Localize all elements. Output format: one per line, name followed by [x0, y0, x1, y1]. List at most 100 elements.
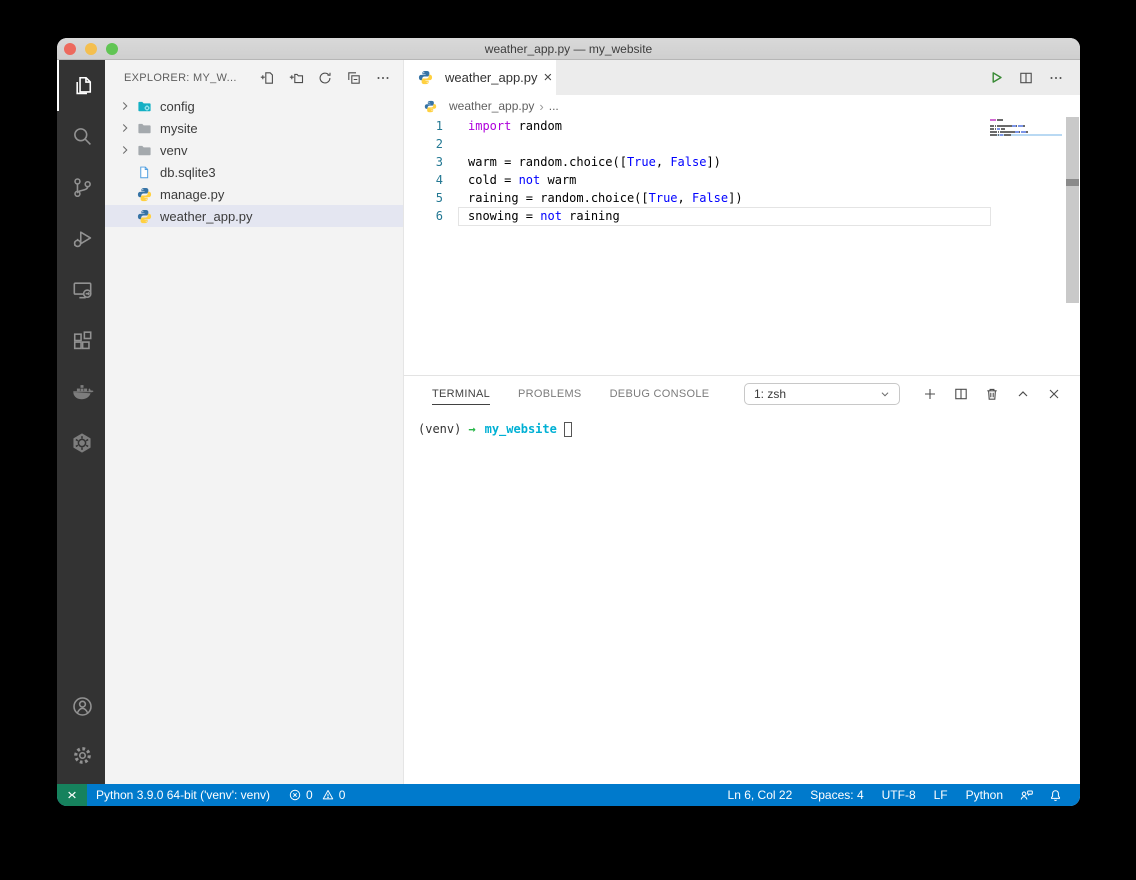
feedback-icon — [1019, 788, 1034, 803]
python-file-icon — [137, 187, 154, 202]
split-editor-button[interactable] — [1018, 70, 1034, 86]
minimap-line — [990, 122, 1062, 124]
scrollbar-thumb[interactable] — [1066, 179, 1079, 186]
editor-scrollbar[interactable] — [1066, 117, 1079, 303]
line-number: 4 — [404, 171, 443, 189]
activity-bar — [57, 60, 105, 784]
code-text: snowing = not raining — [443, 207, 620, 225]
sidebar-item-remote-explorer[interactable] — [57, 264, 105, 315]
status-bar: Python 3.9.0 64-bit ('venv': venv) 0 0 L… — [57, 784, 1080, 806]
file-tree: config mysite venv db.sqlite3manage.pyweath… — [105, 95, 403, 784]
code-line-1[interactable]: 1import random — [404, 117, 1080, 135]
explorer-sidebar: EXPLORER: MY_W... config mysite venv db.sql… — [105, 60, 404, 784]
terminal-cwd: my_website — [485, 422, 557, 436]
line-col-indicator[interactable]: Ln 6, Col 22 — [719, 784, 802, 806]
tree-item-venv[interactable]: venv — [105, 139, 403, 161]
new-folder-button[interactable] — [288, 70, 304, 86]
minimap-line — [990, 134, 1062, 136]
tree-item-db-sqlite3[interactable]: db.sqlite3 — [105, 161, 403, 183]
tab-weather-app-py[interactable]: weather_app.py × — [404, 60, 556, 95]
maximize-panel-button[interactable] — [1015, 386, 1031, 402]
tree-item-mysite[interactable]: mysite — [105, 117, 403, 139]
code-text: import random — [443, 117, 562, 135]
split-terminal-button[interactable] — [953, 386, 969, 402]
line-number: 5 — [404, 189, 443, 207]
panel-tab-terminal[interactable]: TERMINAL — [432, 383, 490, 405]
close-panel-button[interactable] — [1046, 386, 1062, 402]
account-icon — [71, 695, 94, 718]
search-icon — [71, 125, 94, 148]
panel-tab-debug-console[interactable]: DEBUG CONSOLE — [610, 383, 710, 405]
code-line-4[interactable]: 4cold = not warm — [404, 171, 1080, 189]
code-line-6[interactable]: 6snowing = not raining — [404, 207, 1080, 225]
panel-tab-problems[interactable]: PROBLEMS — [518, 383, 582, 405]
sidebar-item-kubernetes[interactable] — [57, 417, 105, 468]
accounts-button[interactable] — [57, 682, 105, 731]
notifications-button[interactable] — [1041, 784, 1070, 806]
close-tab-icon[interactable]: × — [544, 70, 553, 85]
code-line-5[interactable]: 5raining = random.choice([True, False]) — [404, 189, 1080, 207]
code-line-2[interactable]: 2 — [404, 135, 1080, 153]
new-terminal-button[interactable] — [922, 386, 938, 402]
minimize-window-button[interactable] — [85, 43, 97, 55]
problems-status[interactable]: 0 0 — [279, 784, 354, 806]
settings-button[interactable] — [57, 731, 105, 780]
breadcrumb[interactable]: weather_app.py › ... — [404, 95, 1080, 117]
editor-more-actions-button[interactable] — [1048, 70, 1064, 86]
tree-item-label: venv — [160, 143, 187, 158]
encoding-indicator[interactable]: UTF-8 — [873, 784, 925, 806]
tree-item-manage-py[interactable]: manage.py — [105, 183, 403, 205]
close-icon — [1046, 386, 1062, 402]
plus-icon — [922, 386, 938, 402]
minimap-line — [990, 128, 1062, 130]
title-bar[interactable]: weather_app.py — my_website — [57, 38, 1080, 60]
chevron-right-icon — [118, 121, 137, 135]
terminal-content[interactable]: (venv) → my_website — [404, 411, 1080, 784]
more-actions-button[interactable] — [375, 70, 391, 86]
close-window-button[interactable] — [64, 43, 76, 55]
sidebar-item-source-control[interactable] — [57, 162, 105, 213]
kill-terminal-button[interactable] — [984, 386, 1000, 402]
sidebar-item-search[interactable] — [57, 111, 105, 162]
indentation-indicator[interactable]: Spaces: 4 — [801, 784, 872, 806]
sidebar-item-extensions[interactable] — [57, 315, 105, 366]
remote-indicator[interactable] — [57, 784, 87, 806]
minimap[interactable] — [990, 119, 1062, 137]
eol-indicator[interactable]: LF — [925, 784, 957, 806]
code-text: warm = random.choice([True, False]) — [443, 153, 721, 171]
run-icon — [988, 69, 1004, 86]
sidebar-item-run-debug[interactable] — [57, 213, 105, 264]
breadcrumb-file[interactable]: weather_app.py — [449, 99, 534, 113]
feedback-button[interactable] — [1012, 784, 1041, 806]
docker-icon — [70, 380, 94, 404]
sidebar-item-docker[interactable] — [57, 366, 105, 417]
tree-item-weather-app-py[interactable]: weather_app.py — [105, 205, 403, 227]
refresh-button[interactable] — [317, 70, 333, 86]
run-file-button[interactable] — [988, 70, 1004, 86]
zoom-window-button[interactable] — [106, 43, 118, 55]
line-number: 1 — [404, 117, 443, 135]
language-indicator[interactable]: Python — [957, 784, 1012, 806]
new-file-button[interactable] — [259, 70, 275, 86]
python-interpreter-status[interactable]: Python 3.9.0 64-bit ('venv': venv) — [87, 784, 279, 806]
code-line-3[interactable]: 3warm = random.choice([True, False]) — [404, 153, 1080, 171]
terminal-panel: TERMINAL PROBLEMS DEBUG CONSOLE 1: zsh — [404, 375, 1080, 784]
code-editor[interactable]: 1import random23warm = random.choice([Tr… — [404, 117, 1080, 375]
tree-item-label: config — [160, 99, 195, 114]
minimap-line — [990, 131, 1062, 133]
collapse-folders-button[interactable] — [346, 70, 362, 86]
folder-icon — [137, 121, 154, 136]
split-editor-icon — [1018, 70, 1034, 86]
tree-item-config[interactable]: config — [105, 95, 403, 117]
breadcrumb-more[interactable]: ... — [549, 99, 559, 113]
desktop-background: weather_app.py — my_website — [0, 0, 1136, 880]
terminal-shell-select[interactable]: 1: zsh — [744, 383, 900, 405]
remote-explorer-icon — [71, 278, 94, 301]
warning-icon — [321, 788, 335, 802]
sidebar-item-explorer[interactable] — [57, 60, 105, 111]
chevron-up-icon — [1015, 386, 1031, 402]
explorer-header-title: EXPLORER: MY_W... — [124, 72, 259, 84]
tree-item-label: mysite — [160, 121, 198, 136]
refresh-icon — [317, 70, 333, 86]
code-text — [443, 135, 468, 153]
